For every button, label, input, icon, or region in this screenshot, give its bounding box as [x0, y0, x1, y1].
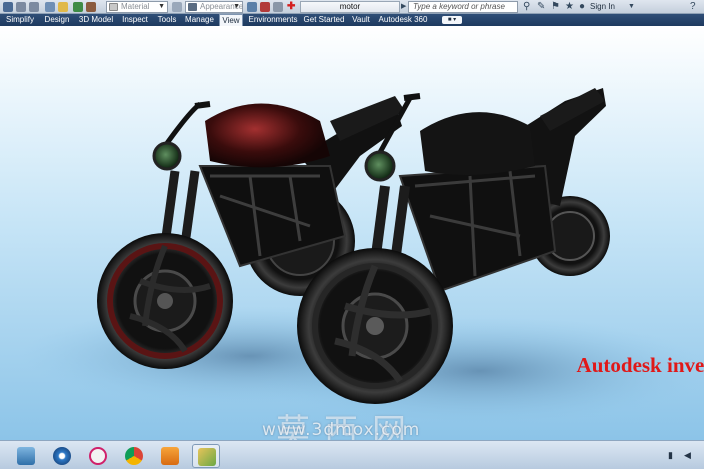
tab-vault[interactable]: Vault — [349, 14, 373, 26]
chevron-down-icon: ▼ — [233, 3, 240, 10]
tools-icon[interactable]: ✎ — [537, 1, 545, 13]
tab-view[interactable]: View — [219, 14, 243, 26]
graphics-viewport[interactable]: Autodesk inven 莫西网 — [0, 26, 704, 440]
taskbar-file-explorer[interactable] — [12, 444, 40, 468]
chevron-down-icon: ▼ — [158, 3, 165, 10]
measure-icon[interactable] — [273, 2, 283, 12]
taskbar-autodesk-inventor[interactable] — [156, 444, 184, 468]
taskbar-screen-capture[interactable] — [84, 444, 112, 468]
undo-icon[interactable] — [16, 2, 26, 12]
sign-in-dropdown-icon[interactable]: ▼ — [628, 1, 635, 13]
tab-inspect[interactable]: Inspect — [119, 14, 151, 26]
help-icon[interactable]: ? — [690, 1, 696, 13]
subscription-icon[interactable]: ⚑ — [551, 1, 560, 13]
file-explorer-icon — [17, 447, 35, 465]
update-icon[interactable] — [73, 2, 83, 12]
taskbar-media-player[interactable] — [48, 444, 76, 468]
tab-get-started[interactable]: Get Started — [303, 14, 345, 26]
taskbar-chrome[interactable] — [120, 444, 148, 468]
clear-appearance-icon[interactable] — [247, 2, 257, 12]
appearance-dropdown[interactable]: Appearance ▼ — [185, 1, 243, 13]
search-icon[interactable]: ⚲ — [523, 1, 530, 13]
appearance-swatch-icon — [188, 3, 197, 11]
ribbon-tab-bar: Simplify Design 3D Model Inspect Tools M… — [0, 14, 704, 26]
quick-access-toolbar: Material ▼ Appearance ▼ ✚ motor ▶ Type a… — [0, 0, 704, 14]
redo-icon[interactable] — [29, 2, 39, 12]
save-icon[interactable] — [3, 2, 13, 12]
tray-volume-icon[interactable]: ◀ — [684, 450, 691, 461]
watermark-url: www.3dmox.com — [262, 420, 421, 440]
screen-capture-icon — [89, 447, 107, 465]
folder-app-icon — [198, 448, 216, 466]
overlay-caption: Autodesk inven — [576, 353, 704, 377]
ribbon-options-icon[interactable]: ■ ▾ — [442, 16, 462, 24]
tab-environments[interactable]: Environments — [247, 14, 299, 26]
material-swatch-icon — [109, 3, 118, 11]
search-placeholder: Type a keyword or phrase — [413, 2, 505, 11]
material-value: Material — [121, 2, 150, 11]
user-icon[interactable]: ● — [579, 1, 585, 13]
home-icon[interactable] — [45, 2, 55, 12]
tab-autodesk-360[interactable]: Autodesk 360 — [377, 14, 429, 26]
taskbar-folder-app[interactable] — [192, 444, 220, 468]
document-title: motor — [300, 1, 400, 13]
adjust-icon[interactable] — [172, 2, 182, 12]
tab-simplify[interactable]: Simplify — [2, 14, 38, 26]
media-player-icon — [53, 447, 71, 465]
tab-design[interactable]: Design — [41, 14, 73, 26]
chrome-icon — [125, 447, 143, 465]
tray-network-icon[interactable]: ▮ — [668, 450, 673, 461]
parameters-icon[interactable] — [86, 2, 96, 12]
tab-tools[interactable]: Tools — [154, 14, 180, 26]
sign-in-link[interactable]: Sign In — [590, 1, 615, 13]
autodesk-inventor-icon — [161, 447, 179, 465]
taskbar: ▮ ◀ — [0, 440, 704, 469]
document-title-text: motor — [339, 2, 361, 11]
tab-manage[interactable]: Manage — [183, 14, 216, 26]
tab-3d-model[interactable]: 3D Model — [76, 14, 116, 26]
search-expand-icon[interactable]: ▶ — [401, 1, 406, 13]
color-fill-icon[interactable] — [260, 2, 270, 12]
select-icon[interactable] — [58, 2, 68, 12]
add-icon[interactable]: ✚ — [287, 1, 295, 13]
material-dropdown[interactable]: Material ▼ — [106, 1, 168, 13]
favorites-icon[interactable]: ★ — [565, 1, 574, 13]
search-input[interactable]: Type a keyword or phrase — [408, 1, 518, 13]
